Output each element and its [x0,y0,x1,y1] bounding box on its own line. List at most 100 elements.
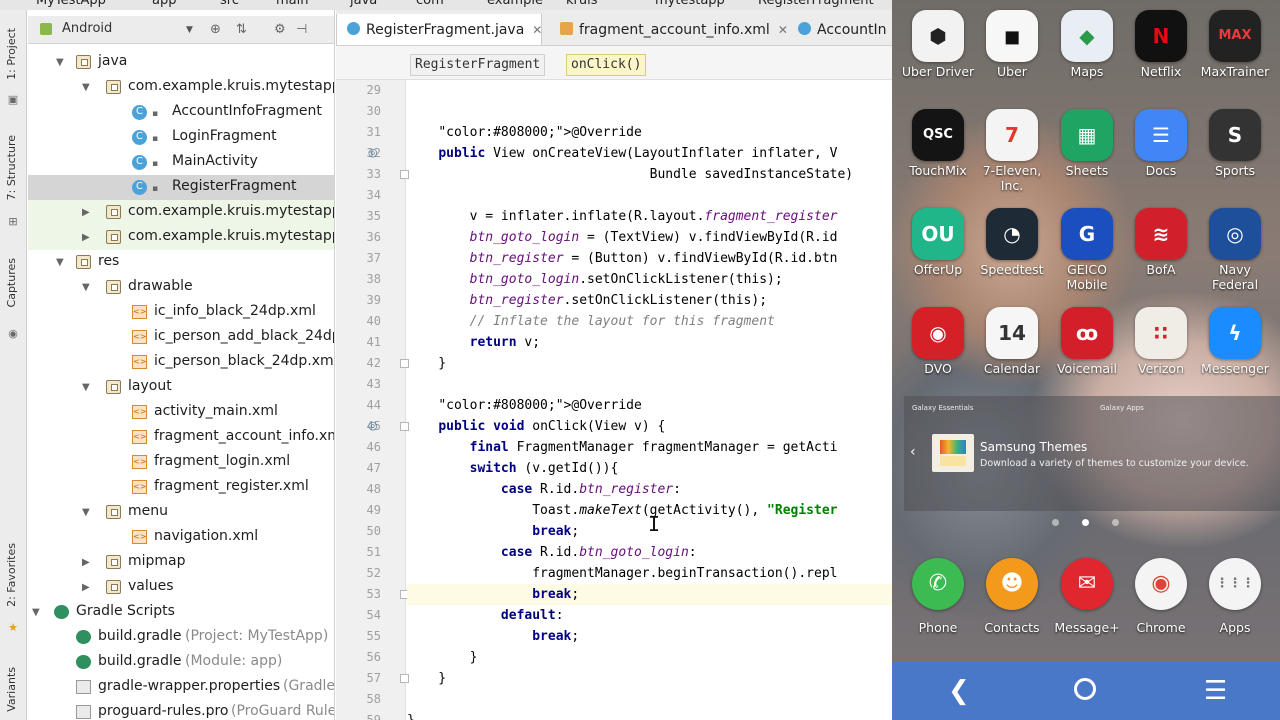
breadcrumb-item[interactable]: kruis [566,0,598,8]
tree-row[interactable]: <> navigation.xml [28,525,334,550]
tree-row[interactable]: <> ic_person_add_black_24dp.x [28,325,334,350]
app-navy-federal[interactable]: ◎ Navy Federal [1189,198,1267,292]
app-sports[interactable]: S Sports [1189,99,1267,189]
chevron-down-icon[interactable]: ▼ [82,282,90,293]
chevron-right-icon[interactable]: ▶ [82,582,90,593]
suggestion-widget[interactable]: Galaxy Essentials Galaxy Apps ‹ Samsung … [904,396,1280,511]
breadcrumb-item[interactable]: RegisterFragment [758,0,874,8]
chevron-down-icon[interactable]: ▼ [56,257,64,268]
app-calendar[interactable]: 14 Calendar [966,297,1044,387]
override-marker-icon[interactable]: ◎ [368,146,378,159]
tab-accountinfo[interactable]: AccountIn [788,14,892,45]
tree-row[interactable]: ▼ menu [28,500,334,525]
app-dvo[interactable]: ◉ DVO [892,297,970,387]
close-icon[interactable]: ✕ [778,23,788,37]
breadcrumb-item[interactable]: java [350,0,377,8]
app-geico[interactable]: G GEICO Mobile [1041,198,1119,292]
collapse-icon[interactable]: ⇅ [236,22,247,37]
tree-row[interactable]: C ▪ AccountInfoFragment [28,100,334,125]
close-icon[interactable]: ✕ [532,23,542,37]
app-uber[interactable]: ◼ Uber [966,0,1044,90]
breadcrumb-class[interactable]: RegisterFragment [410,54,546,76]
tree-row[interactable]: build.gradle (Project: MyTestApp) [28,625,334,650]
tree-row[interactable]: ▶ mipmap [28,550,334,575]
tree-row[interactable]: ▼ com.example.kruis.mytestapp [28,75,334,100]
breadcrumb-item[interactable]: MyTestApp [36,0,106,8]
recents-menu-icon[interactable]: ☰ [1204,676,1227,706]
tree-row[interactable]: gradle-wrapper.properties(Gradle V [28,675,334,700]
breadcrumb-method[interactable]: onClick() [566,54,647,76]
tab-fragment-account-info-xml[interactable]: fragment_account_info.xml ✕ [550,14,788,45]
app-sheets[interactable]: ▦ Sheets [1041,99,1119,189]
app-docs[interactable]: ☰ Docs [1115,99,1193,189]
tree-row[interactable]: ▼ drawable [28,275,334,300]
code-editor[interactable]: "color:#808000;">@Override public View o… [407,80,892,720]
project-view-select[interactable]: Android ▼ [62,21,193,36]
tree-row[interactable]: <> ic_info_black_24dp.xml [28,300,334,325]
tree-row[interactable]: ▼ java [28,50,334,75]
tree-row[interactable]: <> ic_person_black_24dp.xml [28,350,334,375]
dock-apps[interactable]: ⋮⋮⋮ Apps [1189,548,1267,638]
chevron-left-icon[interactable]: ‹ [910,444,916,460]
project-tool-button[interactable]: 1: Project [5,28,18,80]
hide-panel-icon[interactable]: ⊣ [296,22,307,37]
sync-icon[interactable]: ⊕ [210,22,221,37]
tree-row[interactable]: C ▪ MainActivity [28,150,334,175]
breadcrumb-item[interactable]: com [416,0,444,8]
app-uber-driver[interactable]: ⬢ Uber Driver [892,0,974,90]
app-netflix[interactable]: N Netflix [1115,0,1193,90]
app-voicemail[interactable]: ꝏ Voicemail [1041,297,1119,387]
home-icon[interactable] [1074,678,1096,700]
breadcrumb-item[interactable]: mytestapp [655,0,725,8]
tree-row[interactable]: ▶com.example.kruis.mytestapp( [28,200,334,225]
app-maps[interactable]: ◆ Maps [1041,0,1119,90]
app-seven-eleven[interactable]: 7 7-Eleven, Inc. [966,99,1044,193]
variants-tool-button[interactable]: Variants [5,667,18,712]
page-dot[interactable] [1082,519,1089,526]
tree-row[interactable]: C ▪ RegisterFragment [28,175,334,200]
gear-icon[interactable]: ⚙ [274,22,286,37]
chevron-right-icon[interactable]: ▶ [82,557,90,568]
tree-row[interactable]: <> fragment_account_info.xml [28,425,334,450]
app-touchmix[interactable]: QSC TouchMix [892,99,970,189]
tree-row[interactable]: <> activity_main.xml [28,400,334,425]
app-messenger[interactable]: ϟ Messenger [1189,297,1269,387]
dock-phone[interactable]: ✆ Phone [892,548,970,638]
app-maxtrainer[interactable]: MAX MaxTrainer [1189,0,1269,90]
page-dot[interactable] [1052,519,1059,526]
tree-row[interactable]: ▶ values [28,575,334,600]
breadcrumb-item[interactable]: example [487,0,543,8]
app-verizon[interactable]: ∷ Verizon [1115,297,1193,387]
tree-row[interactable]: ▼ Gradle Scripts [28,600,334,625]
tab-registerfragment-java[interactable]: RegisterFragment.java ✕ [336,14,542,45]
tree-row[interactable]: build.gradle (Module: app) [28,650,334,675]
tree-row[interactable]: ▼ layout [28,375,334,400]
chevron-down-icon[interactable]: ▼ [82,82,90,93]
dock-contacts[interactable]: ☻ Contacts [966,548,1044,638]
chevron-down-icon[interactable]: ▼ [32,607,40,618]
favorites-tool-button[interactable]: 2: Favorites [5,543,18,607]
app-offerup[interactable]: OU OfferUp [892,198,970,288]
chevron-down-icon[interactable]: ▼ [56,57,64,68]
back-icon[interactable]: ❮ [948,676,970,706]
structure-tool-button[interactable]: 7: Structure [5,135,18,200]
breadcrumb-item[interactable]: main [276,0,308,8]
chevron-right-icon[interactable]: ▶ [82,232,90,243]
tree-row[interactable]: ▶com.example.kruis.mytestapp(test) [28,225,334,250]
dock-chrome[interactable]: ◉ Chrome [1115,548,1193,638]
override-marker-icon[interactable]: ◎ [368,419,378,432]
tree-row[interactable]: <> fragment_login.xml [28,450,334,475]
captures-tool-button[interactable]: Captures [5,258,18,307]
app-bofa[interactable]: ≋ BofA [1115,198,1193,288]
breadcrumb-item[interactable]: src [220,0,239,8]
dock-message-plus[interactable]: ✉ Message+ [1041,548,1120,638]
page-dot[interactable] [1112,519,1119,526]
app-speedtest[interactable]: ◔ Speedtest [966,198,1044,288]
chevron-down-icon[interactable]: ▼ [82,382,90,393]
tree-row[interactable]: proguard-rules.pro (ProGuard Rule [28,700,334,720]
tree-row[interactable]: C ▪ LoginFragment [28,125,334,150]
breadcrumb-item[interactable]: app [152,0,176,8]
chevron-down-icon[interactable]: ▼ [82,507,90,518]
tree-row[interactable]: <> fragment_register.xml [28,475,334,500]
chevron-right-icon[interactable]: ▶ [82,207,90,218]
